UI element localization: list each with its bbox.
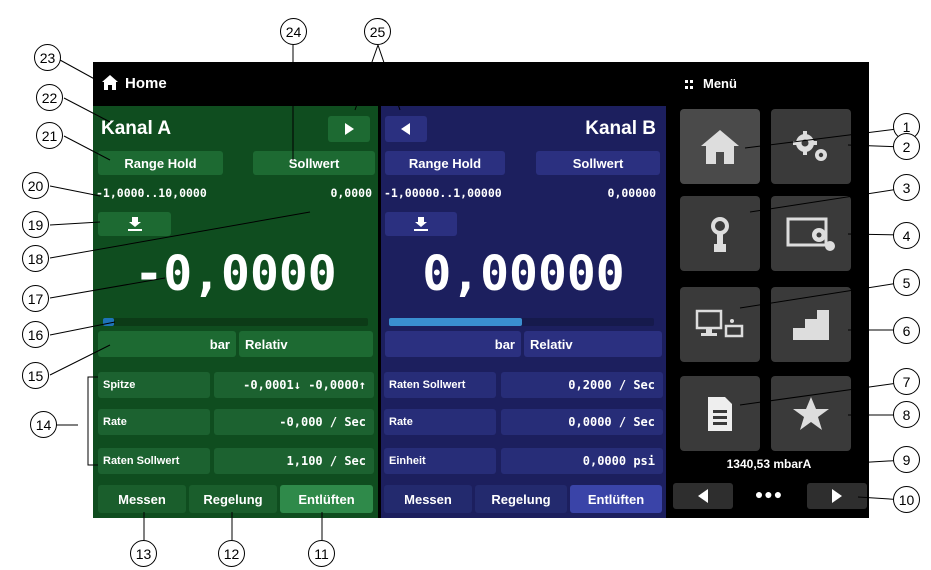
callout-2: 2 bbox=[893, 133, 920, 160]
callout-23: 23 bbox=[34, 44, 61, 71]
callout-12: 12 bbox=[218, 540, 245, 567]
callout-8: 8 bbox=[893, 401, 920, 428]
callout-6: 6 bbox=[893, 317, 920, 344]
callout-21: 21 bbox=[36, 122, 63, 149]
callout-18: 18 bbox=[22, 245, 49, 272]
callout-20: 20 bbox=[22, 172, 49, 199]
callout-22: 22 bbox=[36, 84, 63, 111]
callout-15: 15 bbox=[22, 362, 49, 389]
callout-16: 16 bbox=[22, 321, 49, 348]
callout-3: 3 bbox=[893, 174, 920, 201]
callout-4: 4 bbox=[893, 222, 920, 249]
callout-13: 13 bbox=[130, 540, 157, 567]
callout-10: 10 bbox=[893, 486, 920, 513]
callout-25: 25 bbox=[364, 18, 391, 45]
callout-9: 9 bbox=[893, 446, 920, 473]
callout-5: 5 bbox=[893, 269, 920, 296]
callout-17: 17 bbox=[22, 285, 49, 312]
callout-19: 19 bbox=[22, 211, 49, 238]
callout-11: 11 bbox=[308, 540, 335, 567]
callout-7: 7 bbox=[893, 368, 920, 395]
callout-leader-lines bbox=[49, 44, 906, 540]
callout-14: 14 bbox=[30, 411, 57, 438]
callout-24: 24 bbox=[280, 18, 307, 45]
